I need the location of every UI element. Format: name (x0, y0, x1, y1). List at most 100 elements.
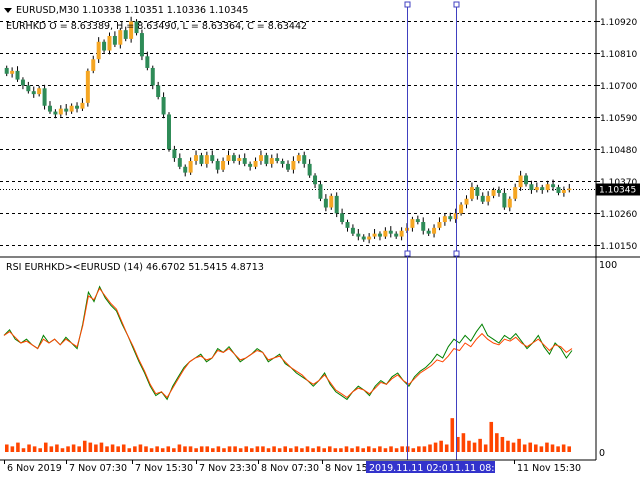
candle-body (258, 155, 263, 161)
histogram-bar (116, 446, 120, 452)
time-tick-label: 8 Nov 07:30 (261, 463, 319, 474)
candle-body (561, 190, 566, 193)
candle-body (221, 160, 226, 170)
candle-body (275, 158, 280, 161)
candle-body (502, 192, 507, 208)
histogram-bar (545, 442, 549, 452)
price-tick-label: 1.10810 (600, 50, 637, 60)
candle-body (329, 195, 334, 208)
candle-body (10, 70, 15, 74)
candle-body (96, 41, 101, 60)
histogram-bar (10, 446, 15, 452)
histogram-bar (433, 442, 438, 452)
candle-body (139, 33, 144, 57)
histogram-bar (567, 446, 571, 452)
crosshair-time-label-2: 11.11 08:00 (449, 463, 507, 474)
histogram-bar (227, 446, 232, 452)
candle-body (361, 236, 366, 240)
candle-body (356, 233, 361, 237)
histogram-bar (400, 446, 404, 452)
histogram-bar (394, 448, 399, 452)
time-tick-label: 6 Nov 2019 (7, 463, 62, 474)
candle-body (399, 230, 404, 237)
candle-body (4, 67, 9, 74)
candle-body (383, 230, 388, 237)
candle-body (102, 41, 107, 51)
candle-body (107, 35, 112, 51)
histogram-bar (183, 446, 187, 452)
histogram-bar (222, 448, 226, 452)
candle-body (194, 155, 199, 161)
crosshair-handle[interactable] (404, 1, 411, 8)
histogram-bar (539, 446, 544, 452)
histogram-bar (21, 448, 26, 452)
candle-body (58, 108, 63, 115)
histogram-bar (82, 440, 87, 452)
histogram-bar (322, 448, 326, 452)
candle-body (248, 163, 253, 167)
histogram-bar (422, 446, 427, 452)
crosshair-handle[interactable] (404, 250, 411, 257)
candle-body (112, 35, 117, 45)
rsi-panel[interactable]: RSI EURHKD><EURUSD (14) 46.6702 51.5415 … (3, 260, 617, 459)
histogram-bar (66, 446, 70, 452)
candle-body (540, 187, 545, 191)
candle-body (85, 70, 90, 103)
histogram-bar (355, 446, 360, 452)
histogram-bar (350, 448, 354, 452)
candle-body (323, 198, 328, 208)
histogram-bar (99, 442, 104, 452)
histogram-bar (411, 448, 416, 452)
histogram-bar (472, 442, 477, 452)
histogram-bar (149, 448, 154, 452)
rsi-title: RSI EURHKD><EURUSD (14) 46.6702 51.5415 … (6, 262, 264, 273)
candle-body (15, 70, 20, 80)
candle-body (150, 67, 155, 86)
candle-body (459, 204, 464, 214)
histogram-bar (144, 446, 148, 452)
candle-body (237, 158, 242, 161)
histogram-bar (467, 440, 471, 452)
histogram-bar (205, 446, 210, 452)
candle-body (545, 184, 550, 191)
histogram-bar (188, 446, 193, 452)
time-tick-label: 7 Nov 07:30 (69, 463, 127, 474)
candle-body (31, 91, 36, 95)
histogram-bar (561, 444, 566, 452)
candle-body (486, 195, 491, 202)
histogram-bar (522, 444, 527, 452)
candle-body (172, 149, 177, 159)
histogram-bar (461, 433, 466, 452)
candle-body (264, 155, 269, 164)
histogram-bar (55, 444, 59, 452)
price-tick-label: 1.10150 (600, 242, 637, 252)
histogram-bar (105, 446, 109, 452)
time-tick-label: 7 Nov 15:30 (135, 463, 193, 474)
candle-body (269, 158, 274, 164)
histogram-bar (272, 446, 276, 452)
candle-body (291, 160, 296, 170)
histogram-bar (110, 444, 115, 452)
crosshair-handle[interactable] (453, 250, 460, 257)
histogram-bar (277, 448, 282, 452)
candle-body (296, 155, 301, 161)
price-panel[interactable]: EURUSD,M30 1.10338 1.10351 1.10336 1.103… (0, 0, 596, 256)
symbol-header: EURUSD,M30 1.10338 1.10351 1.10336 1.103… (16, 5, 248, 16)
candle-body (513, 187, 518, 199)
histogram-bar (71, 444, 76, 452)
rsi-tick-0: 0 (599, 448, 605, 459)
crosshair-handle[interactable] (453, 1, 460, 8)
histogram-bar (500, 436, 505, 452)
histogram-bar (255, 446, 260, 452)
histogram-bar (194, 448, 198, 452)
candle-body (37, 88, 42, 95)
histogram-bar (495, 433, 499, 452)
trading-chart[interactable]: EURUSD,M30 1.10338 1.10351 1.10336 1.103… (0, 0, 640, 480)
histogram-bar (38, 448, 42, 452)
candle-body (340, 213, 345, 223)
histogram-bar (94, 444, 98, 452)
overlay-header: EURHKD O = 8.63389, H = 8.63490, L = 8.6… (6, 21, 307, 32)
histogram-bar (43, 442, 48, 452)
histogram-bar (172, 448, 176, 452)
histogram-bar (300, 448, 304, 452)
